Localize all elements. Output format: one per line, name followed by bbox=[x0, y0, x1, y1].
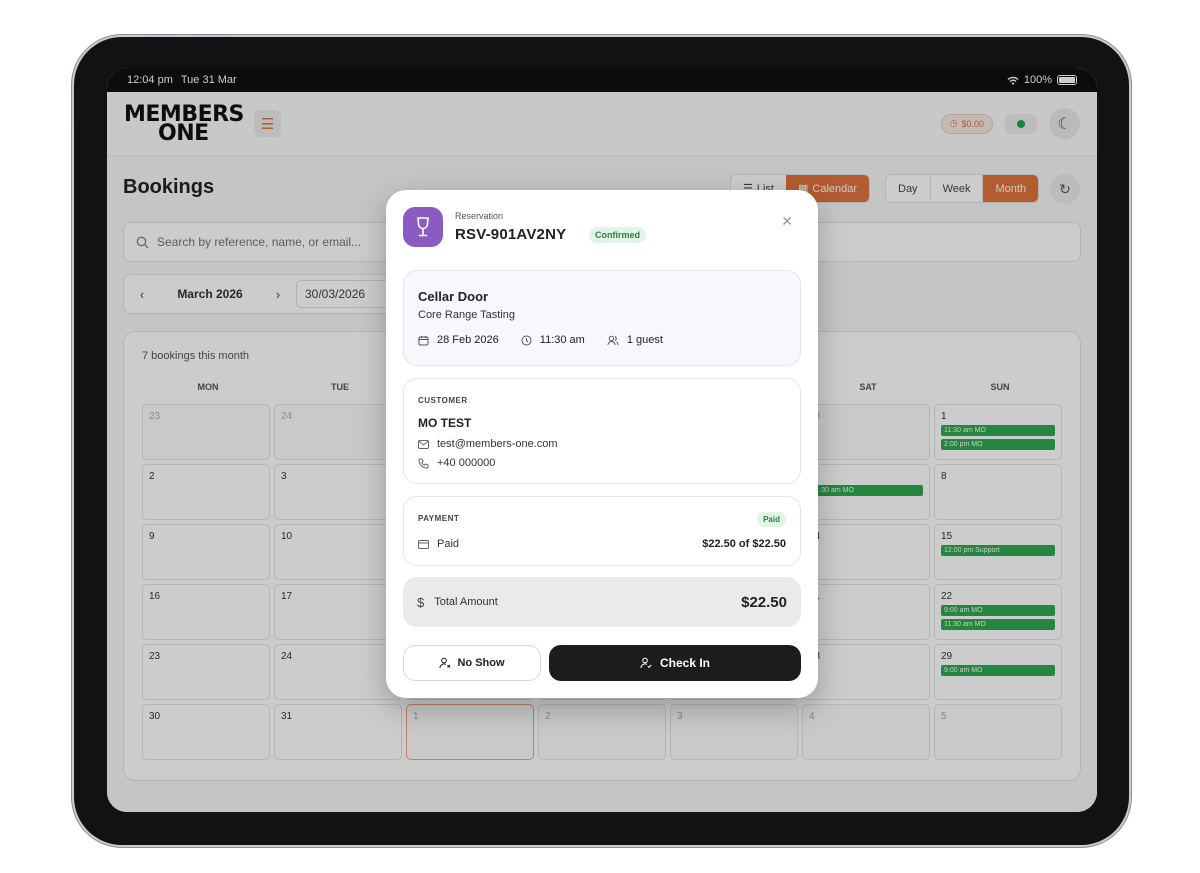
customer-phone[interactable]: +40 000000 bbox=[437, 457, 495, 469]
payment-method-row: Paid bbox=[418, 538, 459, 550]
customer-phone-row: +40 000000 bbox=[418, 457, 495, 469]
customer-label: CUSTOMER bbox=[418, 396, 468, 405]
modal-header: Reservation RSV-901AV2NY Confirmed ✕ bbox=[403, 207, 801, 249]
booking-time: 11:30 am bbox=[521, 334, 585, 346]
users-icon bbox=[607, 335, 619, 346]
guests-text: 1 guest bbox=[626, 334, 663, 346]
reservation-kind: Reservation bbox=[455, 211, 504, 221]
no-show-label: No Show bbox=[457, 657, 505, 669]
clock-icon bbox=[521, 335, 532, 346]
wine-glass-icon bbox=[403, 207, 443, 247]
credit-card-icon bbox=[418, 539, 429, 549]
experience-card: Cellar Door Core Range Tasting 28 Feb 20… bbox=[403, 270, 801, 366]
venue-name: Cellar Door bbox=[418, 289, 489, 304]
time-text: 11:30 am bbox=[539, 334, 585, 346]
payment-label: PAYMENT bbox=[418, 514, 460, 523]
booking-guests: 1 guest bbox=[607, 334, 663, 346]
total-value: $22.50 bbox=[741, 593, 787, 611]
status-badge: Confirmed bbox=[589, 227, 646, 243]
dollar-icon: $ bbox=[417, 594, 425, 610]
no-show-button[interactable]: No Show bbox=[403, 645, 541, 681]
mail-icon bbox=[418, 439, 429, 449]
user-x-icon bbox=[439, 657, 451, 669]
side-button bbox=[72, 85, 74, 127]
paid-badge: Paid bbox=[757, 512, 786, 527]
reservation-reference: RSV-901AV2NY bbox=[455, 226, 567, 243]
check-in-button[interactable]: Check In bbox=[549, 645, 801, 681]
reservation-modal: Reservation RSV-901AV2NY Confirmed ✕ Cel… bbox=[386, 190, 818, 698]
customer-name: MO TEST bbox=[418, 416, 472, 430]
payment-card: PAYMENT Paid Paid $22.50 of $22.50 bbox=[403, 496, 801, 566]
close-icon[interactable]: ✕ bbox=[781, 213, 793, 230]
customer-card: CUSTOMER MO TEST test@members-one.com +4… bbox=[403, 378, 801, 484]
power-button bbox=[193, 35, 229, 37]
customer-email[interactable]: test@members-one.com bbox=[437, 438, 558, 450]
booking-date: 28 Feb 2026 bbox=[418, 334, 499, 346]
date-text: 28 Feb 2026 bbox=[437, 334, 499, 346]
payment-method: Paid bbox=[437, 538, 460, 550]
check-in-label: Check In bbox=[659, 656, 710, 670]
volume-button bbox=[147, 35, 175, 37]
phone-icon bbox=[418, 458, 429, 469]
payment-amount: $22.50 of $22.50 bbox=[702, 538, 786, 550]
total-amount-bar: $ Total Amount $22.50 bbox=[403, 577, 801, 627]
total-label: Total Amount bbox=[434, 596, 498, 608]
calendar-icon bbox=[418, 335, 429, 346]
experience-name: Core Range Tasting bbox=[418, 309, 516, 321]
user-check-icon bbox=[640, 657, 652, 669]
customer-email-row: test@members-one.com bbox=[418, 438, 558, 450]
